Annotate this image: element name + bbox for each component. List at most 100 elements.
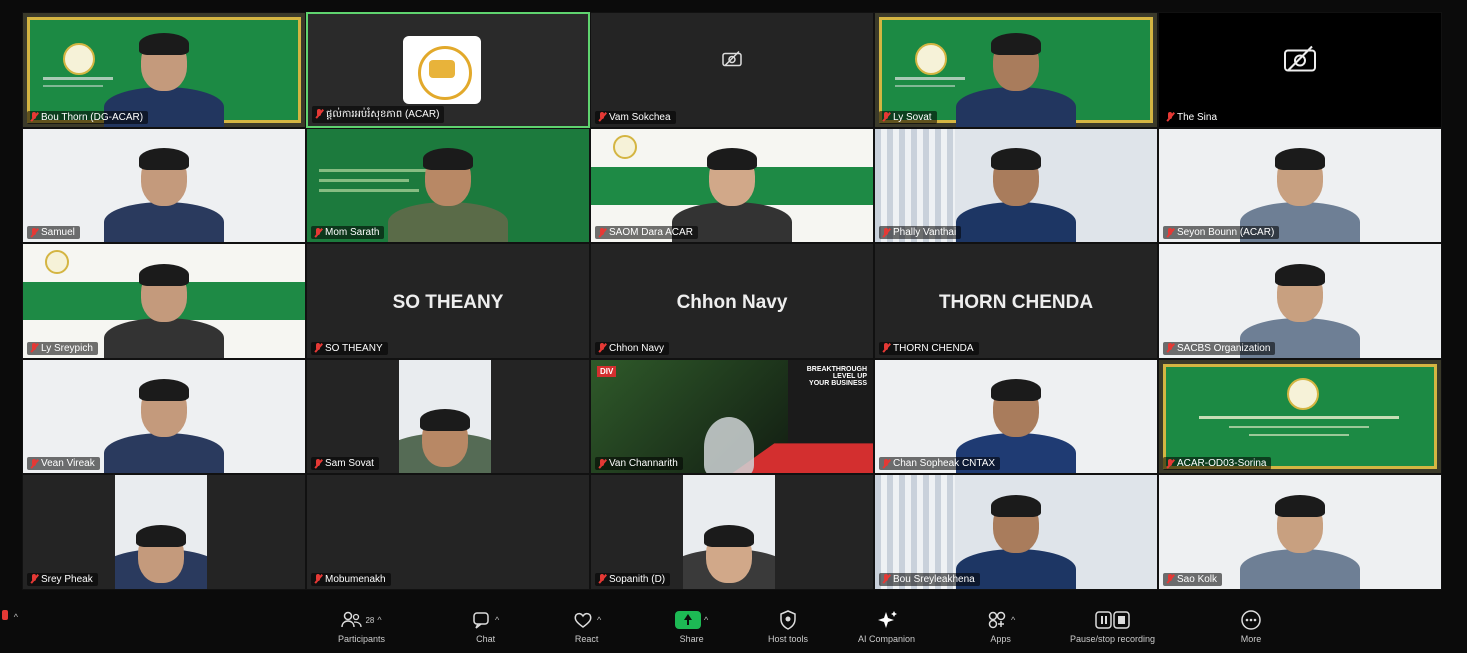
mic-muted-icon [882,343,890,353]
participant-name: Sam Sovat [325,458,374,470]
chat-icon [473,612,489,629]
chat-label: Chat [476,634,496,644]
participant-name: Mobumenakh [325,573,386,585]
mic-muted-icon [598,112,606,122]
participant-video [956,27,1076,127]
share-icon [675,611,701,629]
chevron-up-icon[interactable]: ^ [495,615,499,625]
logo-icon [613,134,637,159]
chevron-up-icon[interactable]: ^ [14,612,18,622]
apps-button[interactable]: ^ Apps [986,608,1015,644]
participant-video [956,142,1076,243]
ad-subheadline-2: YOUR BUSINESS [809,379,867,387]
video-tile[interactable]: SACBS Organization [1158,243,1442,359]
share-button[interactable]: ^ Share [675,608,708,644]
video-tile[interactable]: SO THEANY SO THEANY [306,243,590,359]
video-tile[interactable]: THORN CHENDA THORN CHENDA [874,243,1158,359]
chevron-up-icon[interactable]: ^ [704,615,708,625]
sparkle-icon [877,611,897,628]
participant-name: SO THEANY [325,342,383,354]
participant-name-tag: Bou Thorn (DG-ACAR) [27,110,149,124]
participant-name-tag: Bou Sreyleakhena [879,572,980,586]
participant-name-tag: Ly Sreypich [27,341,98,355]
video-tile[interactable]: Vam Sokchea [590,12,874,128]
video-tile[interactable]: Srey Pheak [22,474,306,590]
video-tile[interactable]: Bou Sreyleakhena [874,474,1158,590]
participant-video [104,373,224,474]
chevron-up-icon[interactable]: ^ [1011,615,1015,625]
video-tile[interactable]: ACAR-OD03-Sorina [1158,358,1442,475]
camera-off-icon [1283,44,1317,77]
mic-muted-icon [30,343,38,353]
video-tile[interactable]: Bou Thorn (DG-ACAR) [22,12,306,128]
participant-name: Samuel [41,227,75,239]
more-label: More [1240,634,1262,644]
react-button[interactable]: ^ React [572,608,601,644]
participant-name: Srey Pheak [41,573,93,585]
participant-name: THORN CHENDA [893,342,974,354]
mic-muted-icon [882,112,890,122]
host-tools-button[interactable]: Host tools [768,608,808,644]
participant-display-name: SO THEANY [392,291,504,313]
participant-video [104,258,224,358]
participant-name-tag: ACAR-OD03-Sorina [1163,457,1272,471]
participants-label: Participants [338,634,386,644]
ai-companion-label: AI Companion [858,634,916,644]
ai-companion-button[interactable]: AI Companion [858,608,915,644]
video-tile[interactable]: BREAKTHROUGH LEVEL UP YOUR BUSINESS DIV … [590,358,874,475]
video-tile[interactable]: Chhon Navy Chhon Navy [590,243,874,359]
video-tile[interactable]: Samuel [22,127,306,244]
participant-name: Sao Kolk [1177,573,1218,585]
video-tile[interactable]: The Sina [1158,12,1442,128]
participant-video [683,519,775,589]
video-tile[interactable]: Sam Sovat [306,358,590,475]
participant-name: Vean Vireak [41,458,95,470]
audio-control[interactable]: ^ [2,610,18,623]
recording-button[interactable]: Pause/stop recording [1070,608,1155,644]
chevron-up-icon[interactable]: ^ [597,615,601,625]
video-tile[interactable]: ផ្ដល់ការអប់រំសុខភាព (ACAR) [306,12,590,128]
mic-muted-icon [882,227,890,238]
video-tile[interactable]: Ly Sreypich [22,243,306,359]
participant-name-tag: Vean Vireak [27,457,100,471]
organization-logo [403,36,481,104]
participants-count: 28 [365,615,375,625]
participant-display-name: THORN CHENDA [938,291,1094,313]
participant-name: Vam Sokchea [609,111,671,123]
video-tile[interactable]: Chan Sopheak CNTAX [874,358,1158,475]
logo-icon [63,43,95,75]
host-tools-label: Host tools [768,634,809,644]
video-tile[interactable]: Phally Vanthai [874,127,1158,244]
mic-muted-icon [315,109,323,119]
react-icon [574,612,592,628]
video-tile[interactable]: Sopanith (D) [590,474,874,590]
participant-name-tag: Sam Sovat [311,457,379,471]
chevron-up-icon[interactable]: ^ [377,615,381,625]
participant-name: ACAR-OD03-Sorina [1177,458,1267,470]
ad-brand: DIV [597,365,617,377]
video-tile[interactable]: Mom Sarath [306,127,590,244]
participant-name: Ly Sreypich [41,342,93,354]
video-tile[interactable]: Sao Kolk [1158,474,1442,590]
meeting-toolbar: ^ 28 ^ Participants ^ Chat ^ React ^ Sha… [0,600,1467,653]
video-tile[interactable]: Seyon Bounn (ACAR) [1158,127,1442,244]
participant-video [399,403,491,474]
participant-name-tag: Mobumenakh [311,572,391,586]
participants-button[interactable]: 28 ^ Participants [338,608,385,644]
mic-muted-icon [30,574,38,584]
video-tile[interactable]: Vean Vireak [22,358,306,475]
video-tile[interactable]: Ly Sovat [874,12,1158,128]
video-tile[interactable]: SAOM Dara ACAR [590,127,874,244]
video-tile[interactable]: Mobumenakh [306,474,590,590]
participant-name: Bou Thorn (DG-ACAR) [41,111,144,123]
mic-muted-icon [598,343,606,353]
logo-icon [45,250,69,275]
participant-name-tag: Mom Sarath [311,226,385,240]
chat-button[interactable]: ^ Chat [472,608,499,644]
apps-label: Apps [990,634,1011,644]
participant-name-tag: SACBS Organization [1163,341,1276,355]
mic-muted-icon [1166,574,1174,584]
participant-name-tag: Sao Kolk [1163,572,1223,586]
participant-name-tag: Seyon Bounn (ACAR) [1163,226,1280,240]
more-button[interactable]: More [1240,608,1262,644]
